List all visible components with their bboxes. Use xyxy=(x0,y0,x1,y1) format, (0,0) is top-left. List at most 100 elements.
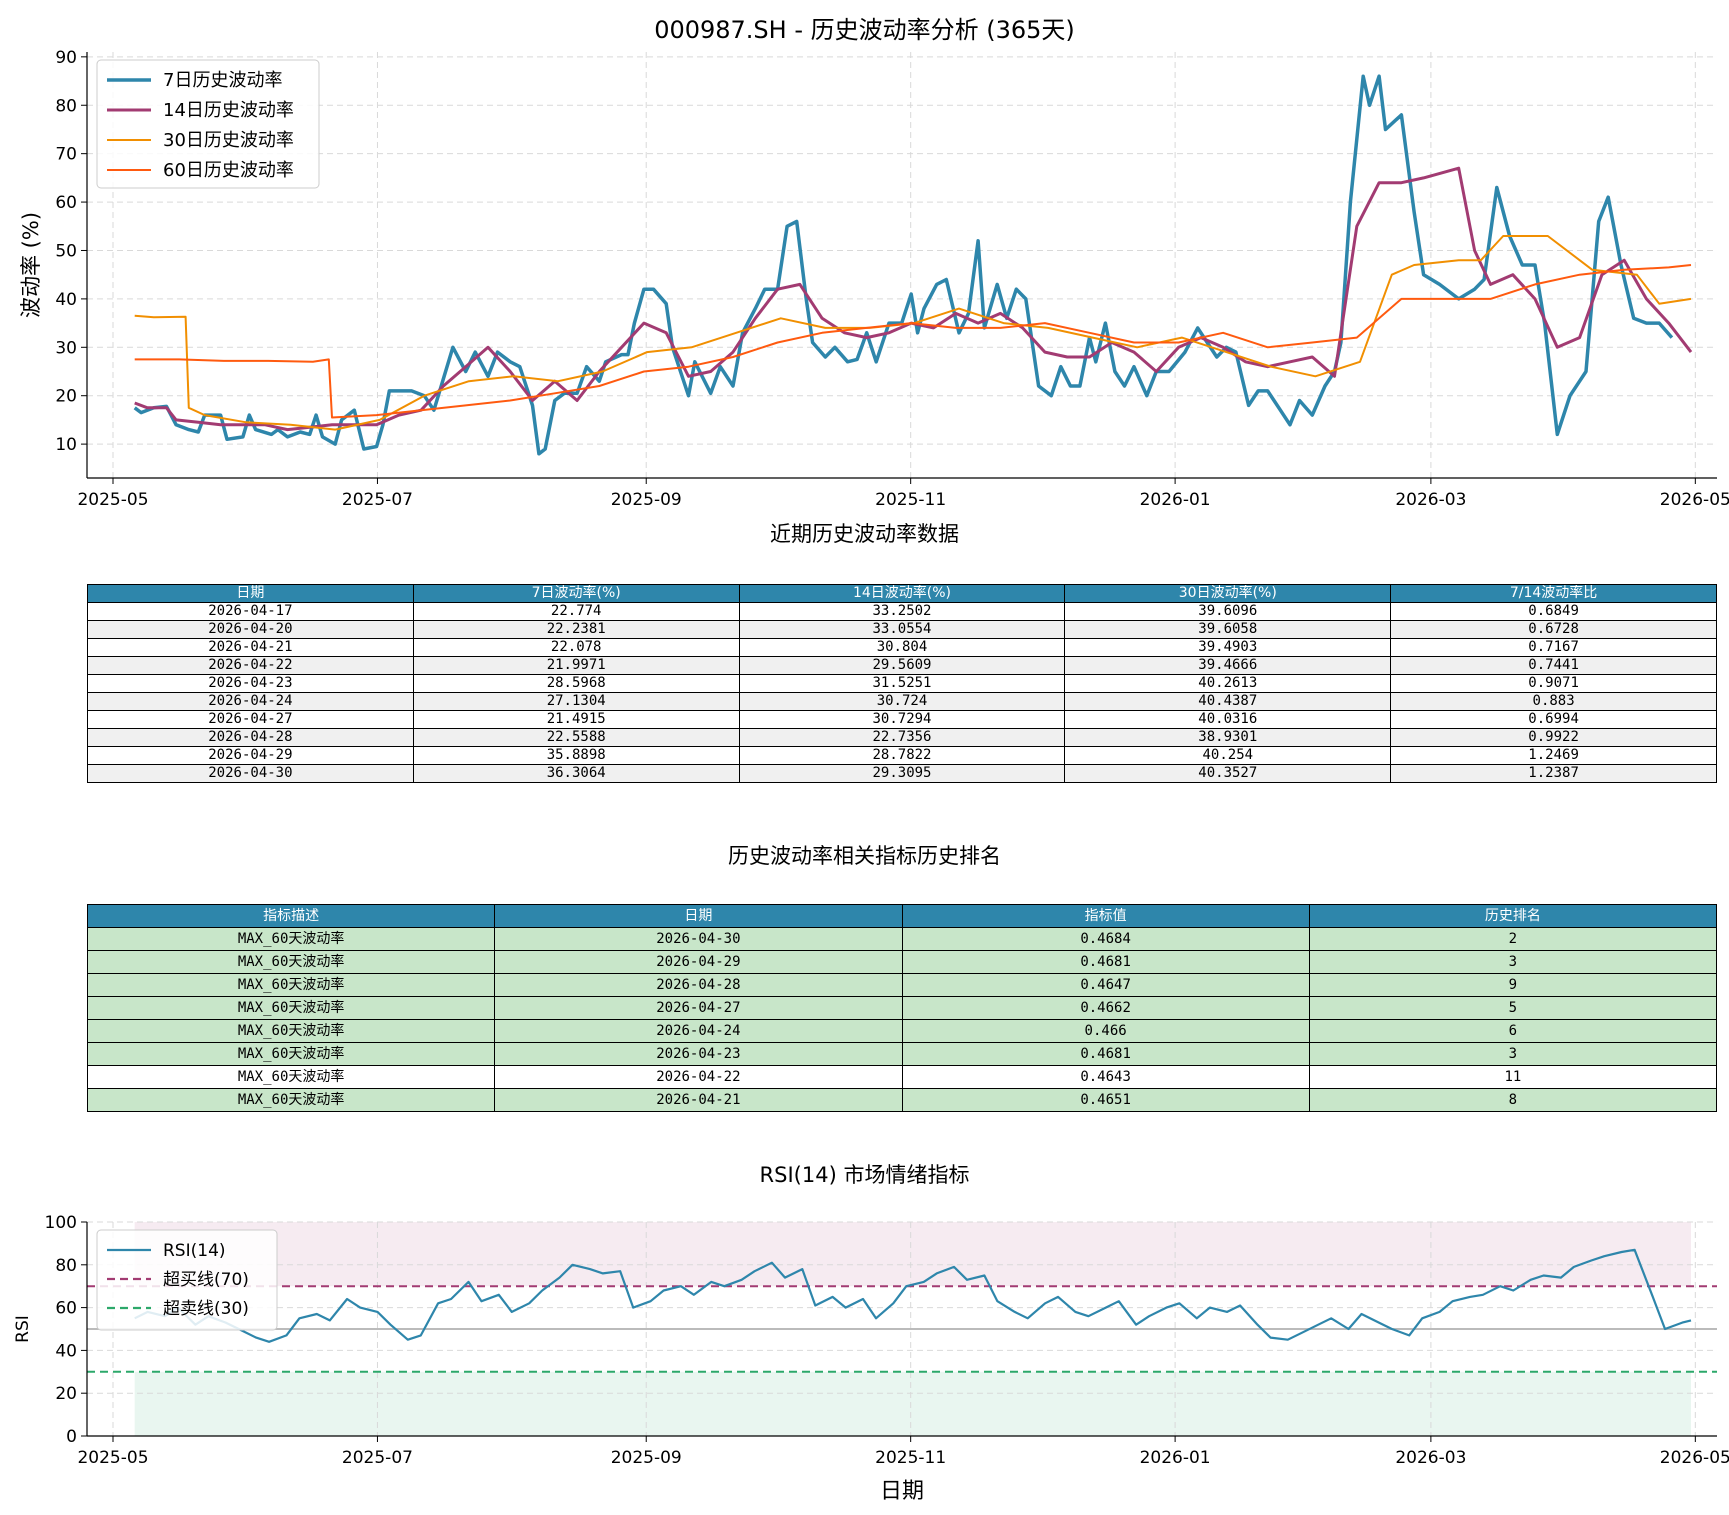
y-tick-label: 80 xyxy=(55,1256,77,1276)
x-tick-label: 2026-03 xyxy=(1395,1448,1466,1468)
table-cell: MAX_60天波动率 xyxy=(86,1088,496,1112)
table-cell: 0.6994 xyxy=(1390,710,1717,729)
table-cell: 2 xyxy=(1308,927,1718,951)
table-cell: 31.5251 xyxy=(738,674,1066,693)
table-cell: 22.5588 xyxy=(412,728,740,747)
table-cell: 6 xyxy=(1308,1019,1718,1043)
table-cell: 2026-04-20 xyxy=(87,620,414,639)
table-row: 2026-04-20 22.2381 33.0554 39.6058 0.6728 xyxy=(87,620,1717,639)
x-tick-label: 2026-01 xyxy=(1140,490,1211,510)
rsi-line-chart: 2025-05 2025-07 2025-09 2025-11 2026-01 2026-… xyxy=(13,1213,1729,1504)
table-cell: 28.7822 xyxy=(738,746,1066,765)
table-cell: 39.6096 xyxy=(1064,602,1392,621)
header-cell: 日期 xyxy=(87,584,414,603)
table-cell: 2026-04-28 xyxy=(494,973,903,997)
y-tick-label: 20 xyxy=(55,387,77,407)
x-axis-label: 日期 xyxy=(880,1479,924,1504)
table-row: 2026-04-22 21.9971 29.5609 39.4666 0.7441 xyxy=(87,656,1717,675)
table-cell: 1.2387 xyxy=(1390,764,1717,783)
table-row: MAX_60天波动率 2026-04-23 0.4681 3 xyxy=(86,1042,1718,1066)
table-cell: 40.3527 xyxy=(1064,764,1392,783)
table-cell: 21.4915 xyxy=(412,710,740,729)
table-header-row: 指标描述 日期 指标值 历史排名 xyxy=(86,904,1718,928)
table-cell: 0.4681 xyxy=(901,1042,1310,1066)
table-cell: 2026-04-23 xyxy=(494,1042,903,1066)
table-cell: 0.7167 xyxy=(1390,638,1717,657)
legend-label: 7日历史波动率 xyxy=(163,70,282,91)
table-cell: 1.2469 xyxy=(1390,746,1717,765)
legend-label: RSI(14) xyxy=(163,1241,226,1261)
legend-label: 超买线(70) xyxy=(163,1270,249,1290)
table-cell: 0.9071 xyxy=(1390,674,1717,693)
table-cell: 30.804 xyxy=(738,638,1066,657)
table-cell: 2026-04-29 xyxy=(494,950,903,974)
table-cell: 40.254 xyxy=(1064,746,1392,765)
y-tick-label: 50 xyxy=(55,241,77,261)
table-cell: 40.0316 xyxy=(1064,710,1392,729)
table-cell: 38.9301 xyxy=(1064,728,1392,747)
table-cell: 2026-04-30 xyxy=(494,927,903,951)
table-cell: 39.4903 xyxy=(1064,638,1392,657)
y-tick-label: 40 xyxy=(55,290,77,310)
x-tick-label: 2026-05 xyxy=(1660,490,1729,510)
y-tick-label: 40 xyxy=(55,1341,77,1361)
table-cell: 0.883 xyxy=(1390,692,1717,711)
table-cell: 33.0554 xyxy=(738,620,1066,639)
table-cell: MAX_60天波动率 xyxy=(86,950,496,974)
table-row: 2026-04-21 22.078 30.804 39.4903 0.7167 xyxy=(87,638,1717,657)
header-cell: 30日波动率(%) xyxy=(1064,584,1392,603)
table-cell: 2026-04-30 xyxy=(87,764,414,783)
table-header-row: 日期 7日波动率(%) 14日波动率(%) 30日波动率(%) 7/14波动率比 xyxy=(87,584,1717,603)
table-cell: 33.2502 xyxy=(738,602,1066,621)
table-cell: 2026-04-28 xyxy=(87,728,414,747)
legend-label: 超卖线(30) xyxy=(163,1299,249,1319)
x-tick-label: 2025-05 xyxy=(77,490,148,510)
recent-volatility-table: 日期 7日波动率(%) 14日波动率(%) 30日波动率(%) 7/14波动率比 202… xyxy=(87,584,1717,783)
table-cell: 0.6849 xyxy=(1390,602,1717,621)
table-row: MAX_60天波动率 2026-04-21 0.4651 8 xyxy=(86,1088,1718,1112)
overbought-zone xyxy=(134,1222,1691,1287)
table-cell: MAX_60天波动率 xyxy=(86,1019,496,1043)
x-tick-label: 2025-07 xyxy=(342,1448,413,1468)
y-tick-label: 0 xyxy=(66,1427,77,1447)
x-tick-label: 2026-03 xyxy=(1395,490,1466,510)
x-tick-label: 2025-11 xyxy=(875,490,946,510)
table-cell: 0.4647 xyxy=(901,973,1310,997)
y-tick-label: 60 xyxy=(55,193,77,213)
table-cell: 22.7356 xyxy=(738,728,1066,747)
table-cell: 2026-04-21 xyxy=(494,1088,903,1112)
table-cell: 2026-04-27 xyxy=(87,710,414,729)
y-axis-label: 波动率 (%) xyxy=(19,212,43,318)
table-cell: 2026-04-21 xyxy=(87,638,414,657)
table-cell: 22.078 xyxy=(412,638,740,657)
table-cell: MAX_60天波动率 xyxy=(86,927,496,951)
x-tick-label: 2025-09 xyxy=(611,490,682,510)
y-tick-label: 70 xyxy=(55,145,77,165)
table-cell: 0.4662 xyxy=(901,996,1310,1020)
y-tick-label: 60 xyxy=(55,1299,77,1319)
table-row: 2026-04-30 36.3064 29.3095 40.3527 1.2387 xyxy=(87,764,1717,783)
x-tick-label: 2025-05 xyxy=(77,1448,148,1468)
header-cell: 历史排名 xyxy=(1308,904,1718,928)
table-cell: MAX_60天波动率 xyxy=(86,996,496,1020)
header-cell: 日期 xyxy=(494,904,903,928)
header-cell: 指标值 xyxy=(901,904,1310,928)
series-line-1 xyxy=(133,74,1674,456)
y-tick-label: 90 xyxy=(55,48,77,68)
y-tick-label: 20 xyxy=(55,1384,77,1404)
table-cell: MAX_60天波动率 xyxy=(86,1065,496,1089)
legend-label: 14日历史波动率 xyxy=(163,100,294,121)
table-row: 2026-04-23 28.5968 31.5251 40.2613 0.9071 xyxy=(87,674,1717,693)
table-cell: 29.5609 xyxy=(738,656,1066,675)
table-cell: 2026-04-24 xyxy=(494,1019,903,1043)
x-tick-label: 2025-07 xyxy=(342,490,413,510)
x-tick-label: 2025-11 xyxy=(875,1448,946,1468)
table-cell: 9 xyxy=(1308,973,1718,997)
table-cell: 22.774 xyxy=(412,602,740,621)
table-cell: 5 xyxy=(1308,996,1718,1020)
table-row: 2026-04-28 22.5588 22.7356 38.9301 0.9922 xyxy=(87,728,1717,747)
table-row: MAX_60天波动率 2026-04-28 0.4647 9 xyxy=(86,973,1718,997)
table-cell: 2026-04-22 xyxy=(494,1065,903,1089)
table-cell: 0.9922 xyxy=(1390,728,1717,747)
x-tick-label: 2025-09 xyxy=(611,1448,682,1468)
